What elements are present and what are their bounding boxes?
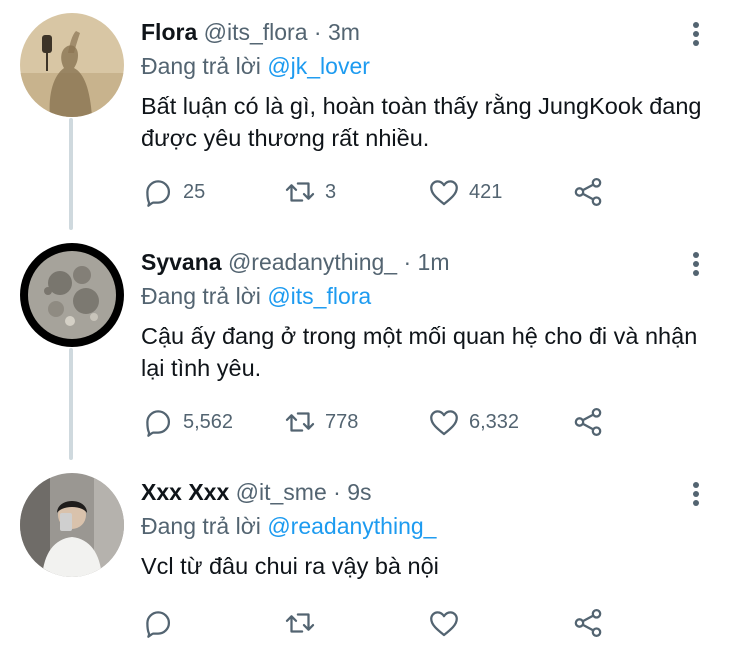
- retweet-button[interactable]: 778: [283, 404, 358, 440]
- share-icon: [571, 405, 605, 439]
- tweet-header: Syvana @readanything_ · 1m: [141, 248, 450, 276]
- share-icon: [571, 606, 605, 640]
- tweet-actions: 5,562 778 6,332: [141, 404, 621, 440]
- avatar-image: [20, 13, 124, 117]
- tweet-actions: [141, 605, 621, 641]
- tweet[interactable]: Syvana @readanything_ · 1m Đang trả lời …: [0, 230, 750, 460]
- separator-dot: ·: [313, 19, 322, 45]
- heart-icon: [427, 606, 461, 640]
- tweet[interactable]: Flora @its_flora · 3m Đang trả lời @jk_l…: [0, 0, 750, 230]
- user-handle[interactable]: @readanything_: [228, 249, 397, 275]
- tweet[interactable]: Xxx Xxx @it_sme · 9s Đang trả lời @reada…: [0, 460, 750, 651]
- share-icon: [571, 175, 605, 209]
- replying-to: Đang trả lời @readanything_: [141, 512, 436, 540]
- reply-count: 5,562: [183, 410, 234, 433]
- like-button[interactable]: 421: [427, 174, 502, 210]
- more-options-icon[interactable]: [686, 482, 706, 512]
- like-count: 421: [469, 180, 503, 203]
- display-name[interactable]: Flora: [141, 19, 197, 45]
- reply-icon: [141, 405, 175, 439]
- user-handle[interactable]: @its_flora: [204, 19, 308, 45]
- retweet-icon: [283, 405, 317, 439]
- like-button[interactable]: [427, 605, 461, 641]
- share-button[interactable]: [571, 174, 605, 210]
- reply-prefix: Đang trả lời: [141, 283, 261, 309]
- separator-dot: ·: [333, 479, 341, 505]
- tweet-header: Xxx Xxx @it_sme · 9s: [141, 478, 371, 506]
- tweet-text: Cậu ấy đang ở trong một mối quan hệ cho …: [141, 323, 698, 381]
- retweet-icon: [283, 606, 317, 640]
- more-options-icon[interactable]: [686, 252, 706, 282]
- reply-prefix: Đang trả lời: [141, 513, 261, 539]
- avatar-image: [20, 473, 124, 577]
- like-button[interactable]: 6,332: [427, 404, 519, 440]
- avatar[interactable]: [20, 243, 124, 347]
- tweet-header: Flora @its_flora · 3m: [141, 18, 360, 46]
- heart-icon: [427, 175, 461, 209]
- like-count: 6,332: [469, 410, 520, 433]
- heart-icon: [427, 405, 461, 439]
- tweet-actions: 25 3 421: [141, 174, 621, 210]
- reply-prefix: Đang trả lời: [141, 53, 261, 79]
- reply-count: 25: [183, 180, 206, 203]
- reply-mention[interactable]: @jk_lover: [267, 53, 370, 79]
- retweet-count: 3: [325, 180, 337, 203]
- reply-icon: [141, 606, 175, 640]
- avatar[interactable]: [20, 473, 124, 577]
- retweet-icon: [283, 175, 317, 209]
- replying-to: Đang trả lời @its_flora: [141, 282, 371, 310]
- avatar-image: [20, 243, 124, 347]
- reply-button[interactable]: 5,562: [141, 404, 233, 440]
- display-name[interactable]: Xxx Xxx: [141, 479, 229, 505]
- replying-to: Đang trả lời @jk_lover: [141, 52, 370, 80]
- share-button[interactable]: [571, 404, 605, 440]
- timestamp[interactable]: 3m: [328, 19, 360, 45]
- tweet-text: Vcl từ đâu chui ra vậy bà nội: [141, 553, 439, 579]
- retweet-count: 778: [325, 410, 359, 433]
- reply-mention[interactable]: @readanything_: [267, 513, 436, 539]
- user-handle[interactable]: @it_sme: [236, 479, 327, 505]
- share-button[interactable]: [571, 605, 605, 641]
- avatar[interactable]: [20, 13, 124, 117]
- more-options-icon[interactable]: [686, 22, 706, 52]
- retweet-button[interactable]: 3: [283, 174, 336, 210]
- timestamp[interactable]: 1m: [418, 249, 450, 275]
- reply-mention[interactable]: @its_flora: [267, 283, 371, 309]
- display-name[interactable]: Syvana: [141, 249, 222, 275]
- separator-dot: ·: [403, 249, 412, 275]
- timestamp[interactable]: 9s: [347, 479, 371, 505]
- reply-button[interactable]: 25: [141, 174, 205, 210]
- reply-button[interactable]: [141, 605, 175, 641]
- tweet-text: Bất luận có là gì, hoàn toàn thấy rằng J…: [141, 93, 702, 151]
- retweet-button[interactable]: [283, 605, 317, 641]
- reply-icon: [141, 175, 175, 209]
